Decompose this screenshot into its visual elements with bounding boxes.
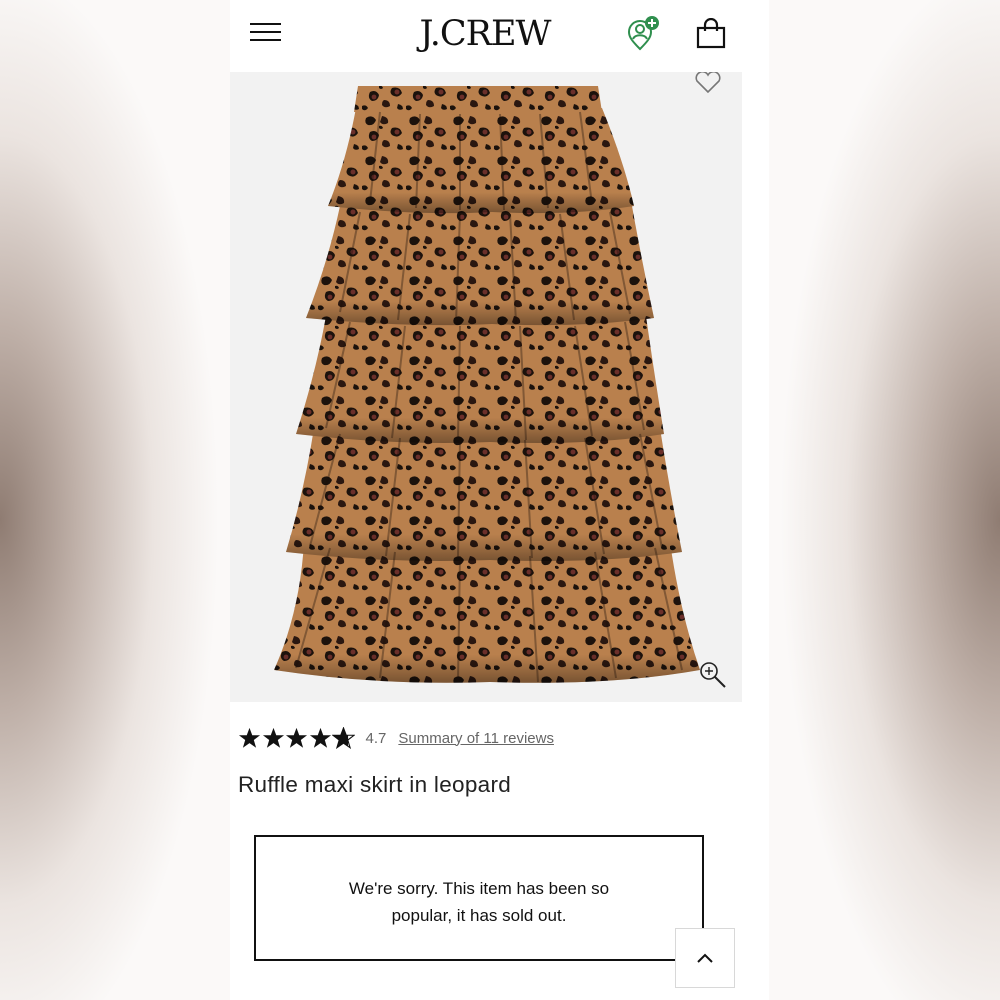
chevron-up-icon: [697, 953, 713, 963]
site-header: J.CREW: [230, 0, 769, 72]
star-icon: [262, 727, 284, 748]
star-rating: [238, 727, 356, 749]
sold-out-message-line-2: popular, it has sold out.: [391, 906, 567, 925]
sold-out-message-line-1: We're sorry. This item has been so: [348, 879, 610, 898]
menu-icon[interactable]: [250, 20, 282, 44]
rating-row: 4.7 Summary of 11 reviews: [238, 724, 554, 752]
rating-value: 4.7: [365, 729, 387, 747]
zoom-icon[interactable]: [698, 660, 728, 690]
product-title: Ruffle maxi skirt in leopard: [238, 772, 512, 797]
sold-out-message: We're sorry. This item has been so popul…: [256, 875, 702, 929]
star-icon-partial: [332, 727, 355, 749]
star-icon: [285, 727, 308, 748]
bag-icon[interactable]: [695, 18, 727, 50]
background-right: [769, 0, 1000, 1000]
product-image[interactable]: [230, 72, 742, 702]
phone-screen: J.CREW 4.7 Summary of 11 reviews Ruffle …: [230, 0, 769, 1000]
back-to-top-button[interactable]: [675, 928, 735, 988]
account-icon[interactable]: [624, 15, 664, 55]
reviews-summary-link[interactable]: Summary of 11 reviews: [398, 730, 554, 747]
skirt-photo: [274, 86, 700, 683]
brand-logo[interactable]: J.CREW: [410, 12, 560, 56]
background-left: [0, 0, 230, 1000]
sold-out-notice: We're sorry. This item has been so popul…: [254, 835, 704, 961]
star-icon: [238, 727, 261, 748]
star-icon: [309, 727, 331, 748]
heart-icon[interactable]: [692, 72, 724, 94]
